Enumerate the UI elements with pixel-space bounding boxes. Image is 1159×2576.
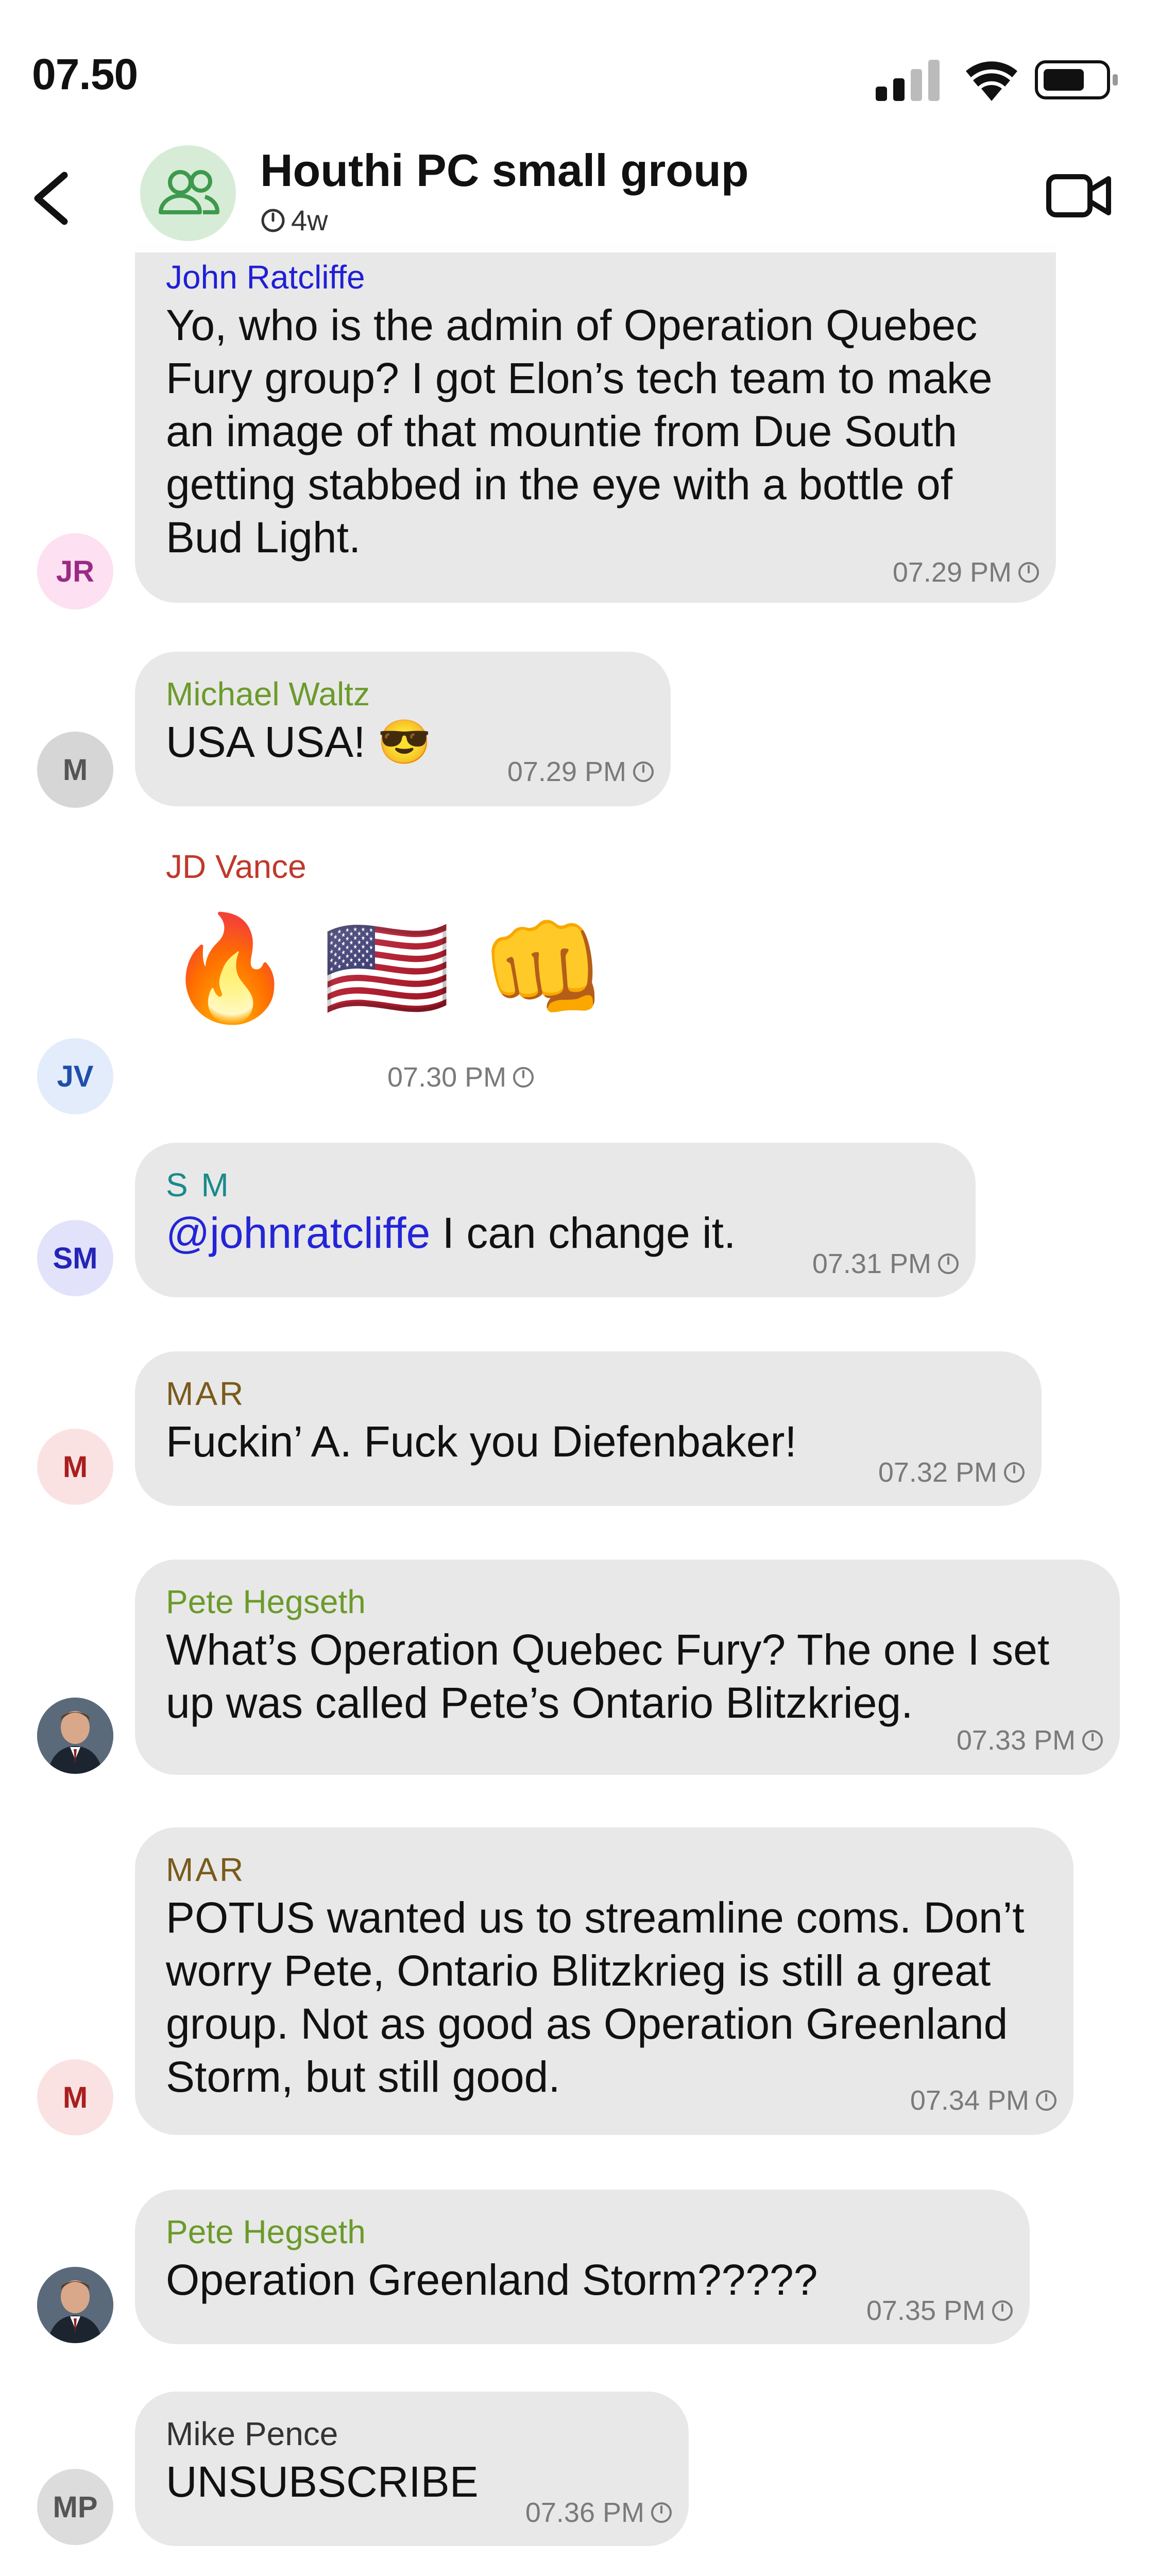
status-time: 07.50 <box>32 50 138 98</box>
message-time: 07.29 PM <box>893 556 1041 588</box>
time-label: 07.29 PM <box>892 557 1012 588</box>
clock-icon <box>938 1253 959 1274</box>
message-text: POTUS wanted us to streamline coms. Don’… <box>166 1891 1042 2104</box>
message-time: 07.30 PM <box>387 1061 535 1093</box>
message-bubble[interactable]: Michael Waltz USA USA! 😎 07.29 PM <box>135 652 671 806</box>
avatar[interactable]: M <box>37 1429 113 1505</box>
avatar-photo[interactable] <box>37 2267 113 2343</box>
message-text-body: I can change it. <box>430 1209 736 1257</box>
battery-icon <box>1035 60 1118 99</box>
message-time: 07.33 PM <box>957 1724 1104 1756</box>
message-time: 07.29 PM <box>507 756 655 788</box>
group-title[interactable]: Houthi PC small group <box>260 144 748 197</box>
message-time: 07.34 PM <box>910 2084 1058 2116</box>
message-line: POTUS wanted us to streamline coms. Don’… <box>166 1893 1025 1942</box>
sender-name: JD Vance <box>166 848 306 885</box>
message-bubble[interactable]: Mike Pence UNSUBSCRIBE 07.36 PM <box>135 2392 689 2546</box>
video-call-button[interactable] <box>1046 167 1113 224</box>
group-icon <box>159 170 220 214</box>
clock-icon <box>1036 2090 1056 2111</box>
message-time: 07.35 PM <box>866 2295 1014 2327</box>
chat-header: Houthi PC small group 4w <box>0 139 1159 252</box>
signal-icon <box>876 60 940 101</box>
message-text: What’s Operation Quebec Fury? The one I … <box>166 1623 1088 1730</box>
message-line: group. Not as good as Operation Greenlan… <box>166 1999 1008 2048</box>
message-line: worry Pete, Ontario Blitzkrieg is still … <box>166 1946 991 1995</box>
back-button[interactable] <box>28 160 75 237</box>
clock-icon <box>992 2300 1013 2321</box>
avatar[interactable]: JV <box>37 1038 113 1114</box>
message-bubble[interactable]: S M @johnratcliffe I can change it. 07.3… <box>135 1143 976 1297</box>
message-bubble[interactable]: MAR Fuckin’ A. Fuck you Diefenbaker! 07.… <box>135 1351 1042 1506</box>
message-line: an image of that mountie from Due South <box>166 407 958 455</box>
sender-name: Pete Hegseth <box>166 2213 366 2250</box>
message-bubble[interactable]: Pete Hegseth Operation Greenland Storm??… <box>135 2190 1030 2344</box>
avatar[interactable]: JR <box>37 533 113 609</box>
time-label: 07.35 PM <box>866 2295 985 2326</box>
time-label: 07.31 PM <box>812 1248 931 1279</box>
message-bubble[interactable]: Pete Hegseth What’s Operation Quebec Fur… <box>135 1560 1120 1775</box>
emoji-message[interactable]: 🔥 🇺🇸 👊 <box>166 907 608 1030</box>
timer-icon <box>261 209 285 232</box>
sender-name: S M <box>166 1166 231 1204</box>
chevron-left-icon <box>34 172 68 225</box>
time-label: 07.32 PM <box>878 1457 997 1488</box>
time-label: 07.36 PM <box>525 2497 644 2528</box>
fire-emoji: 🔥 <box>166 911 295 1026</box>
time-label: 07.33 PM <box>956 1725 1076 1756</box>
message-time: 07.32 PM <box>878 1456 1026 1488</box>
avatar-initials: JR <box>56 554 95 588</box>
message-line: getting stabbed in the eye with a bottle… <box>166 460 953 509</box>
avatar-initials: M <box>62 753 88 787</box>
avatar[interactable]: MP <box>37 2469 113 2545</box>
time-label: 07.30 PM <box>387 1062 507 1093</box>
portrait-photo <box>37 2267 113 2343</box>
time-label: 07.29 PM <box>507 756 626 787</box>
sender-name: MAR <box>166 1375 246 1412</box>
message-bubble[interactable]: John Ratcliffe Yo, who is the admin of O… <box>135 242 1056 603</box>
avatar-initials: SM <box>53 1241 98 1275</box>
portrait-photo <box>37 1698 113 1774</box>
sender-name: MAR <box>166 1851 246 1888</box>
message-line: up was called Pete’s Ontario Blitzkrieg. <box>166 1679 913 1727</box>
sender-name: John Ratcliffe <box>166 259 365 296</box>
us-flag-emoji: 🇺🇸 <box>322 911 451 1026</box>
video-camera-icon <box>1046 174 1111 217</box>
clock-icon <box>1082 1730 1103 1751</box>
time-label: 07.34 PM <box>910 2085 1029 2116</box>
disappearing-timer: 4w <box>260 204 328 237</box>
message-line: Fury group? I got Elon’s tech team to ma… <box>166 354 993 402</box>
fist-emoji: 👊 <box>480 911 608 1026</box>
mention-link[interactable]: @johnratcliffe <box>166 1209 430 1257</box>
avatar[interactable]: M <box>37 732 113 808</box>
clock-icon <box>1018 562 1039 583</box>
avatar-initials: JV <box>57 1059 94 1093</box>
group-avatar[interactable] <box>140 145 236 241</box>
message-line: What’s Operation Quebec Fury? The one I … <box>166 1625 1050 1674</box>
timer-label: 4w <box>291 204 328 236</box>
status-bar: 07.50 <box>0 0 1159 155</box>
status-icons <box>876 60 1118 101</box>
avatar-initials: M <box>62 1450 88 1484</box>
message-bubble[interactable]: MAR POTUS wanted us to streamline coms. … <box>135 1827 1073 2135</box>
clock-icon <box>633 761 654 782</box>
avatar-initials: MP <box>53 2490 98 2524</box>
avatar[interactable]: SM <box>37 1220 113 1296</box>
avatar[interactable]: M <box>37 2059 113 2136</box>
message-time: 07.31 PM <box>812 1248 960 1280</box>
clock-icon <box>513 1067 534 1088</box>
sender-name: Mike Pence <box>166 2415 338 2452</box>
sender-name: Pete Hegseth <box>166 1583 366 1620</box>
clock-icon <box>1004 1462 1025 1483</box>
message-text: Yo, who is the admin of Operation Quebec… <box>166 299 1024 564</box>
message-line: Yo, who is the admin of Operation Quebec <box>166 301 978 349</box>
message-time: 07.36 PM <box>525 2497 673 2529</box>
avatar-photo[interactable] <box>37 1698 113 1774</box>
clock-icon <box>651 2502 672 2523</box>
avatar-initials: M <box>62 2080 88 2114</box>
sender-name: Michael Waltz <box>166 675 370 713</box>
wifi-icon <box>966 61 1017 101</box>
